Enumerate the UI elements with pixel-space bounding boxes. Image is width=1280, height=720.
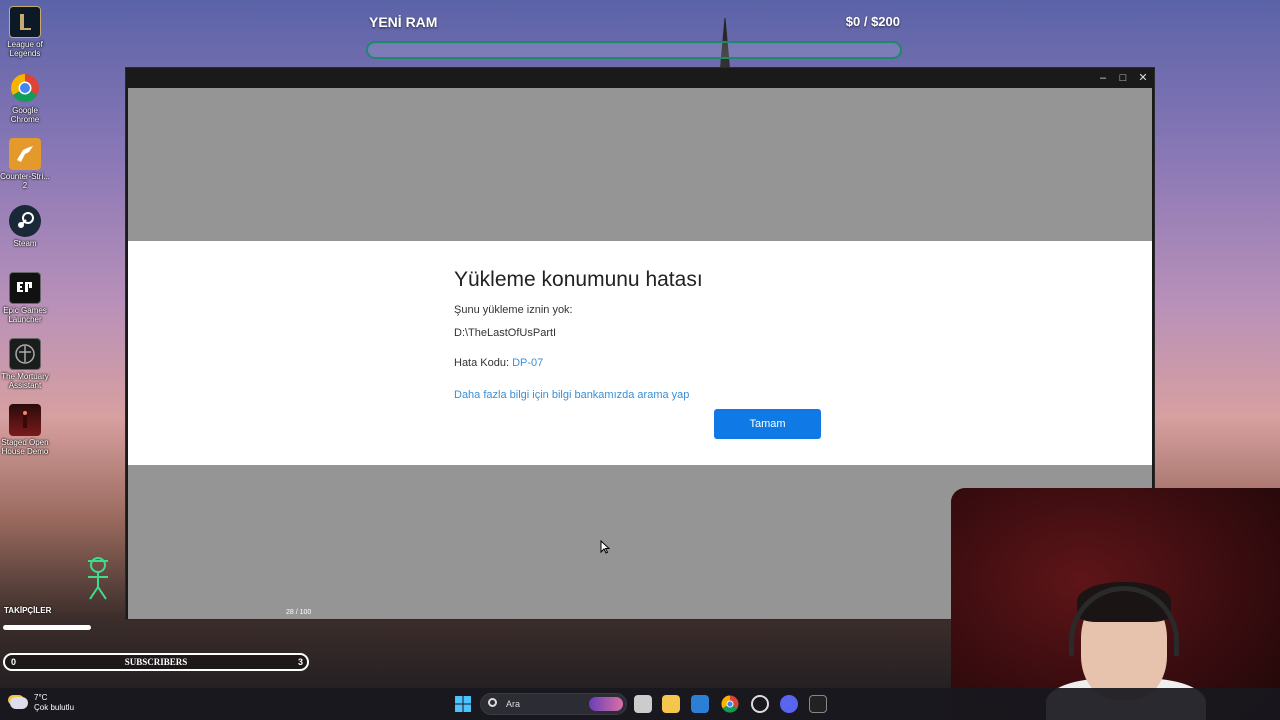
search-icon bbox=[488, 698, 497, 707]
install-path: D:\TheLastOfUsPartI bbox=[454, 327, 557, 339]
desktop-icon-label: Staged Open House Demo bbox=[1, 438, 49, 456]
chrome-icon bbox=[9, 72, 41, 104]
desktop-icon-label: Epic Games Launcher bbox=[3, 306, 47, 324]
knowledge-base-link[interactable]: Daha fazla bilgi için bilgi bankamızda a… bbox=[454, 389, 689, 401]
subscribers-bar: 0 SUBSCRIBERS 3 bbox=[3, 653, 309, 671]
error-code-label: Hata Kodu: bbox=[454, 357, 510, 369]
desktop-icon-steam[interactable]: Steam bbox=[0, 205, 50, 248]
desktop-icon-google-chrome[interactable]: Google Chrome bbox=[0, 72, 50, 124]
search-highlight-image bbox=[589, 697, 623, 711]
webcam-feed bbox=[951, 488, 1280, 720]
desktop-icon-label: Google Chrome bbox=[10, 106, 40, 124]
search-placeholder: Ara bbox=[506, 699, 521, 709]
chrome-taskbar-icon[interactable] bbox=[721, 695, 739, 713]
maximize-icon[interactable]: □ bbox=[1114, 70, 1132, 86]
ok-button[interactable]: Tamam bbox=[714, 409, 821, 439]
desktop-icon-label: League of Legends bbox=[7, 40, 43, 58]
league-of-legends-icon bbox=[9, 6, 41, 38]
desktop-icon-league-of-legends[interactable]: League of Legends bbox=[0, 6, 50, 58]
weather-temp: 7°C bbox=[34, 693, 48, 702]
desktop-icon-counter-strike[interactable]: Counter-Stri... 2 bbox=[0, 138, 50, 190]
epic-games-taskbar-icon[interactable] bbox=[809, 695, 827, 713]
goal-amount: $0 / $200 bbox=[845, 14, 900, 29]
file-explorer-icon[interactable] bbox=[662, 695, 680, 713]
followers-label: TAKİPÇİLER bbox=[4, 606, 52, 615]
error-dialog: Yükleme konumunu hatası Şunu yükleme izn… bbox=[128, 241, 1152, 465]
dialog-title: Yükleme konumunu hatası bbox=[454, 268, 703, 291]
subscribers-goal: 3 bbox=[297, 657, 303, 667]
mortuary-assistant-icon bbox=[9, 338, 41, 370]
outlook-icon[interactable] bbox=[691, 695, 709, 713]
cloudy-weather-icon bbox=[10, 697, 28, 709]
epic-games-icon bbox=[9, 272, 41, 304]
error-code-line: Hata Kodu: DP-07 bbox=[454, 357, 543, 369]
discord-icon[interactable] bbox=[780, 695, 798, 713]
weather-widget[interactable]: 7°C Çok bulutlu bbox=[10, 693, 74, 713]
windows-start-icon[interactable] bbox=[454, 695, 472, 713]
error-code-link[interactable]: DP-07 bbox=[512, 357, 543, 369]
taskbar-search[interactable]: Ara bbox=[480, 693, 627, 715]
mouse-cursor-icon bbox=[600, 540, 610, 554]
close-icon[interactable]: ✕ bbox=[1134, 70, 1152, 86]
desktop-icon-label: Counter-Stri... 2 bbox=[0, 172, 50, 190]
dialog-message: Şunu yükleme iznin yok: bbox=[454, 304, 573, 316]
progress-text: 28 / 100 bbox=[286, 609, 312, 616]
minimize-icon[interactable]: – bbox=[1094, 70, 1112, 86]
task-view-icon[interactable] bbox=[634, 695, 652, 713]
desktop-icon-staged-open-house[interactable]: Staged Open House Demo bbox=[0, 404, 50, 456]
mascot-icon bbox=[88, 557, 108, 600]
weather-desc: Çok bulutlu bbox=[34, 703, 75, 712]
desktop-icon-label: The Mortuary Assistant bbox=[1, 372, 49, 390]
desktop-icon-mortuary-assistant[interactable]: The Mortuary Assistant bbox=[0, 338, 50, 390]
steam-icon bbox=[9, 205, 41, 237]
taskbar: 7°C Çok bulutlu Ara bbox=[0, 688, 1280, 720]
desktop-icon-epic-games[interactable]: Epic Games Launcher bbox=[0, 272, 50, 324]
staged-open-house-icon bbox=[9, 404, 41, 436]
steam-taskbar-icon[interactable] bbox=[751, 695, 769, 713]
subscribers-label: SUBSCRIBERS bbox=[124, 657, 188, 667]
goal-progress-bar bbox=[366, 41, 902, 59]
desktop-icon-label: Steam bbox=[13, 239, 37, 248]
window-titlebar[interactable]: – □ ✕ bbox=[126, 68, 1154, 88]
goal-title: YENİ RAM bbox=[369, 14, 438, 30]
followers-bar bbox=[3, 625, 91, 630]
counter-strike-icon bbox=[9, 138, 41, 170]
